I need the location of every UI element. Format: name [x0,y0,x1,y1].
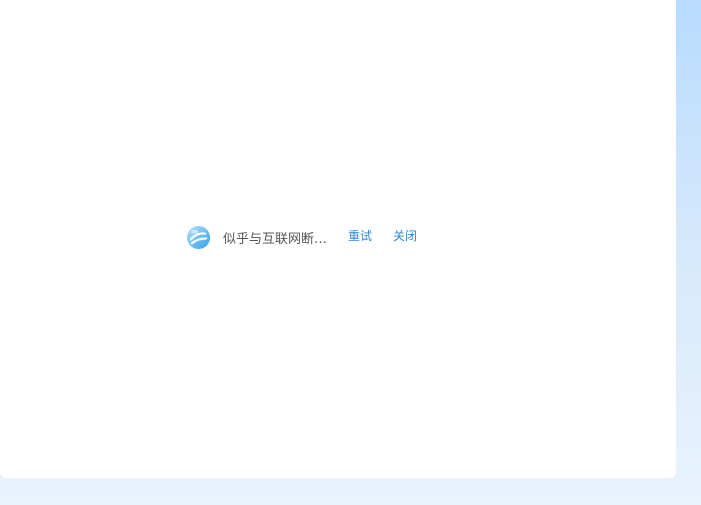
content-panel: 似乎与互联网断开了连接 重试 关闭 [0,0,676,478]
network-error-message: 似乎与互联网断开了连接 [223,231,333,247]
close-link[interactable]: 关闭 [393,227,417,244]
retry-link[interactable]: 重试 [348,227,372,244]
network-error-notice: 似乎与互联网断开了连接 重试 关闭 [186,224,417,250]
globe-icon [186,225,211,249]
